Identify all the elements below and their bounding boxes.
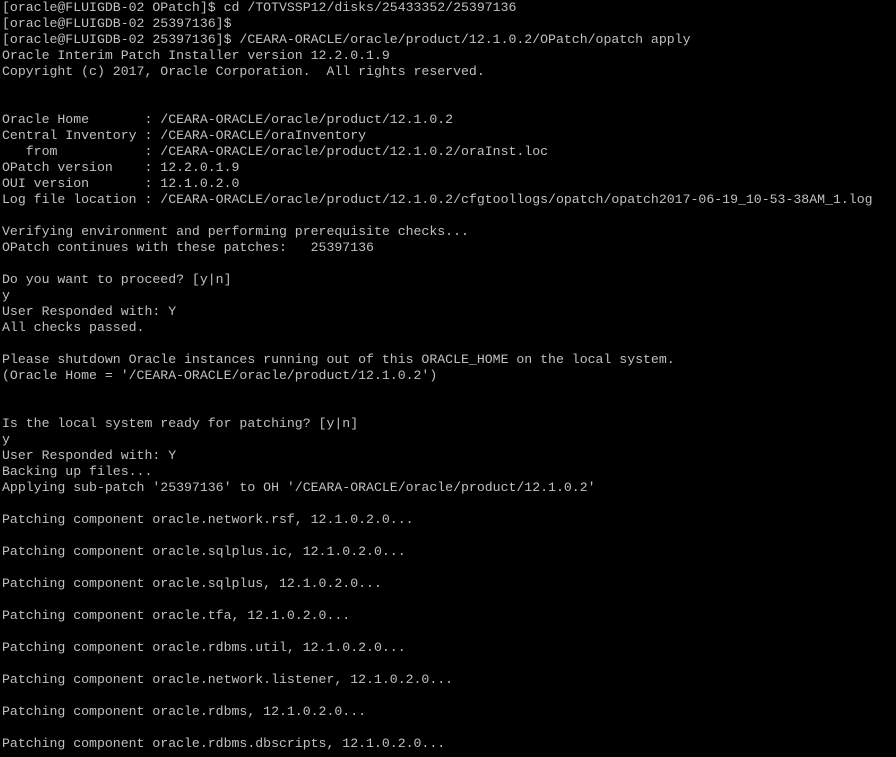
terminal-line: Copyright (c) 2017, Oracle Corporation. … bbox=[2, 64, 485, 79]
terminal-line: Patching component oracle.sqlplus.ic, 12… bbox=[2, 544, 406, 559]
terminal-line: Patching component oracle.rdbms, 12.1.0.… bbox=[2, 704, 367, 719]
terminal-line: Patching component oracle.sqlplus, 12.1.… bbox=[2, 576, 382, 591]
terminal-line: Patching component oracle.network.rsf, 1… bbox=[2, 512, 414, 527]
terminal-line: Oracle Home : /CEARA-ORACLE/oracle/produ… bbox=[2, 112, 454, 127]
terminal-line: [oracle@FLUIGDB-02 OPatch]$ cd /TOTVSSP1… bbox=[2, 0, 517, 15]
terminal-line: (Oracle Home = '/CEARA-ORACLE/oracle/pro… bbox=[2, 368, 438, 383]
terminal-line: Patching component oracle.rdbms.util, 12… bbox=[2, 640, 406, 655]
terminal-line: All checks passed. bbox=[2, 320, 145, 335]
terminal-line: Log file location : /CEARA-ORACLE/oracle… bbox=[2, 192, 873, 207]
terminal-line: from : /CEARA-ORACLE/oracle/product/12.1… bbox=[2, 144, 549, 159]
terminal-line: User Responded with: Y bbox=[2, 448, 177, 463]
terminal-line: Backing up files... bbox=[2, 464, 153, 479]
terminal-line: Please shutdown Oracle instances running… bbox=[2, 352, 675, 367]
terminal-line: OPatch continues with these patches: 253… bbox=[2, 240, 374, 255]
terminal-line: Verifying environment and performing pre… bbox=[2, 224, 469, 239]
terminal-line: Central Inventory : /CEARA-ORACLE/oraInv… bbox=[2, 128, 367, 143]
terminal-line: Applying sub-patch '25397136' to OH '/CE… bbox=[2, 480, 596, 495]
terminal-line: Patching component oracle.rdbms.dbscript… bbox=[2, 736, 446, 751]
terminal-line: Is the local system ready for patching? … bbox=[2, 416, 359, 431]
terminal-line: y bbox=[2, 432, 10, 447]
terminal-line: OUI version : 12.1.0.2.0 bbox=[2, 176, 240, 191]
terminal-line: User Responded with: Y bbox=[2, 304, 177, 319]
terminal-window[interactable]: [oracle@FLUIGDB-02 OPatch]$ cd /TOTVSSP1… bbox=[0, 0, 896, 757]
terminal-line: Do you want to proceed? [y|n] bbox=[2, 272, 232, 287]
terminal-line: Oracle Interim Patch Installer version 1… bbox=[2, 48, 390, 63]
terminal-line: Patching component oracle.tfa, 12.1.0.2.… bbox=[2, 608, 351, 623]
terminal-line: Patching component oracle.network.listen… bbox=[2, 672, 454, 687]
terminal-output: [oracle@FLUIGDB-02 OPatch]$ cd /TOTVSSP1… bbox=[2, 0, 896, 752]
terminal-line: y bbox=[2, 288, 10, 303]
terminal-line: [oracle@FLUIGDB-02 25397136]$ /CEARA-ORA… bbox=[2, 32, 691, 47]
terminal-line: [oracle@FLUIGDB-02 25397136]$ bbox=[2, 16, 232, 31]
terminal-line: OPatch version : 12.2.0.1.9 bbox=[2, 160, 240, 175]
